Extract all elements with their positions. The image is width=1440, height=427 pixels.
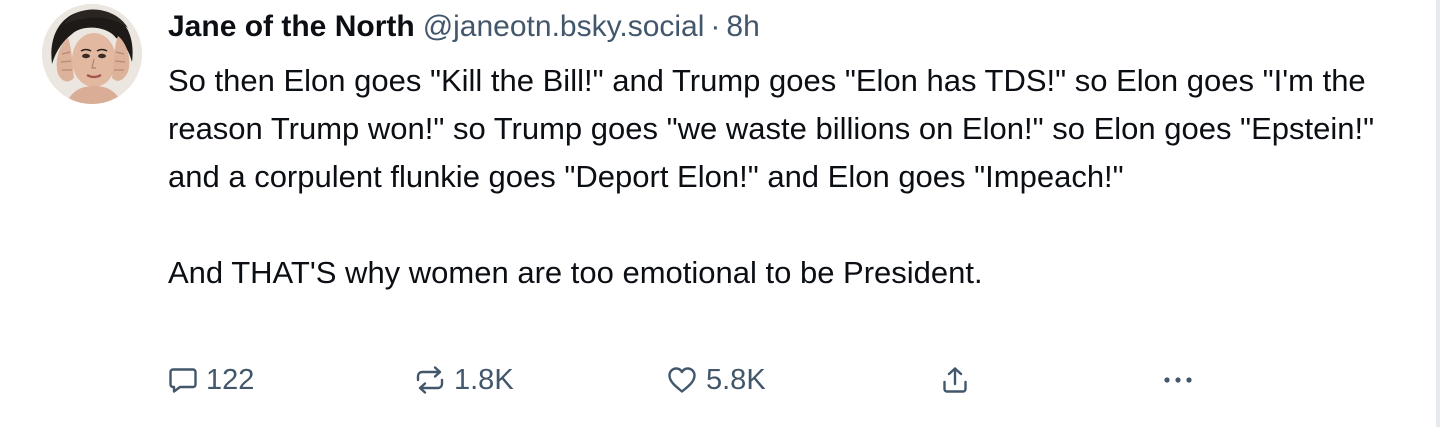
repost-button[interactable]: 1.8K bbox=[414, 358, 514, 402]
post-header: Jane of the North @janeotn.bsky.social · 8h bbox=[168, 7, 760, 47]
post-timestamp[interactable]: 8h bbox=[726, 10, 759, 43]
post-card[interactable]: Jane of the North @janeotn.bsky.social · 8h… bbox=[0, 0, 1436, 427]
reply-count: 122 bbox=[206, 363, 255, 396]
post-body: So then Elon goes "Kill the Bill!" and T… bbox=[168, 57, 1418, 297]
more-options-button[interactable] bbox=[1160, 358, 1196, 402]
author-handle[interactable]: @janeotn.bsky.social bbox=[423, 10, 705, 43]
feed-divider bbox=[1436, 0, 1440, 427]
share-button[interactable] bbox=[940, 358, 970, 402]
speech-bubble-icon bbox=[168, 365, 198, 395]
avatar[interactable] bbox=[42, 4, 142, 104]
post-actions: 122 1.8K 5.8K bbox=[168, 358, 1218, 402]
heart-icon bbox=[666, 365, 698, 395]
post-paragraph: And THAT'S why women are too emotional t… bbox=[168, 255, 983, 290]
ellipsis-icon bbox=[1160, 365, 1196, 395]
reply-button[interactable]: 122 bbox=[168, 358, 254, 402]
share-upload-icon bbox=[940, 365, 970, 395]
like-button[interactable]: 5.8K bbox=[666, 358, 766, 402]
like-count: 5.8K bbox=[706, 363, 766, 396]
author-display-name[interactable]: Jane of the North bbox=[168, 10, 415, 43]
avatar-image bbox=[42, 4, 142, 104]
repost-count: 1.8K bbox=[454, 363, 514, 396]
repost-arrows-icon bbox=[414, 365, 446, 395]
header-separator: · bbox=[710, 10, 721, 43]
post-paragraph: So then Elon goes "Kill the Bill!" and T… bbox=[168, 63, 1383, 194]
